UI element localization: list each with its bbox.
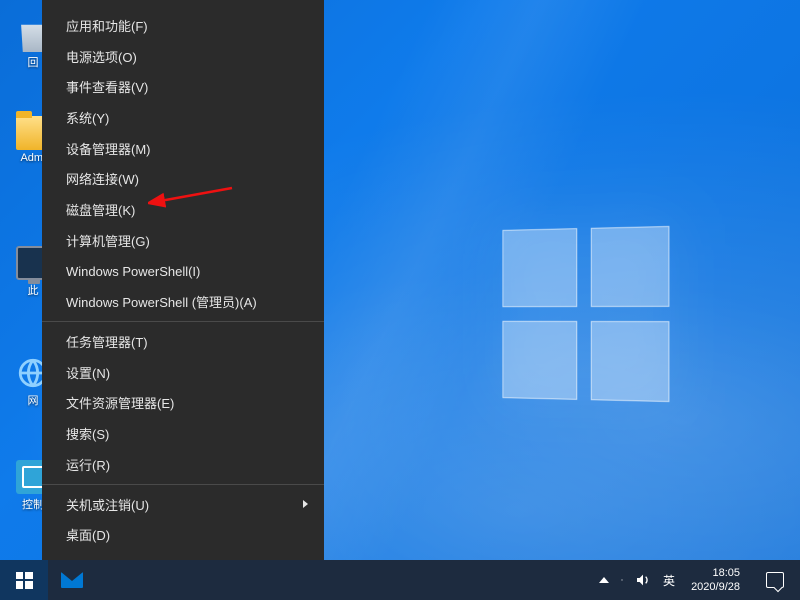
menu-item-desktop[interactable]: 桌面(D) [42, 519, 324, 550]
taskbar: 英 18:05 2020/9/28 [0, 560, 800, 600]
menu-item-label: 任务管理器(T) [66, 332, 148, 351]
menu-item-network-connections[interactable]: 网络连接(W) [42, 164, 324, 195]
menu-item-file-explorer[interactable]: 文件资源管理器(E) [42, 388, 324, 419]
ime-indicator[interactable]: 英 [657, 560, 681, 600]
tray-overflow[interactable] [593, 560, 615, 600]
menu-item-windows-powershell[interactable]: Windows PowerShell(I) [42, 256, 324, 287]
network-icon[interactable] [615, 573, 629, 587]
system-tray: 英 18:05 2020/9/28 [593, 560, 800, 600]
menu-separator [42, 321, 324, 322]
menu-item-label: 网络连接(W) [66, 169, 139, 188]
menu-item-label: 计算机管理(G) [66, 231, 150, 250]
menu-item-label: 文件资源管理器(E) [66, 393, 174, 412]
menu-item-power-options[interactable]: 电源选项(O) [42, 41, 324, 72]
menu-item-label: Windows PowerShell(I) [66, 264, 200, 279]
menu-item-label: 设置(N) [66, 363, 110, 382]
taskbar-mail[interactable] [48, 560, 96, 600]
menu-item-settings[interactable]: 设置(N) [42, 357, 324, 388]
menu-item-label: 电源选项(O) [66, 47, 137, 66]
start-button[interactable] [0, 560, 48, 600]
menu-item-search[interactable]: 搜索(S) [42, 418, 324, 449]
menu-separator [42, 484, 324, 485]
clock-date: 2020/9/28 [691, 580, 740, 594]
menu-item-label: 事件查看器(V) [66, 77, 148, 96]
menu-item-computer-management[interactable]: 计算机管理(G) [42, 225, 324, 256]
menu-item-run[interactable]: 运行(R) [42, 449, 324, 480]
volume-icon[interactable] [629, 560, 657, 600]
menu-item-label: 系统(Y) [66, 108, 109, 127]
action-center-icon[interactable] [750, 560, 800, 600]
menu-item-shutdown-signout[interactable]: 关机或注销(U) [42, 489, 324, 520]
wallpaper-windows-logo [502, 226, 669, 402]
menu-item-system[interactable]: 系统(Y) [42, 102, 324, 133]
menu-item-label: 运行(R) [66, 455, 110, 474]
menu-item-label: 应用和功能(F) [66, 16, 148, 35]
menu-item-label: 设备管理器(M) [66, 139, 151, 158]
menu-item-task-manager[interactable]: 任务管理器(T) [42, 326, 324, 357]
menu-item-apps-features[interactable]: 应用和功能(F) [42, 10, 324, 41]
menu-item-label: 桌面(D) [66, 525, 110, 544]
menu-item-event-viewer[interactable]: 事件查看器(V) [42, 71, 324, 102]
menu-item-label: Windows PowerShell (管理员)(A) [66, 292, 257, 311]
taskbar-clock[interactable]: 18:05 2020/9/28 [681, 566, 750, 594]
menu-item-windows-powershell-admin[interactable]: Windows PowerShell (管理员)(A) [42, 286, 324, 317]
menu-item-label: 关机或注销(U) [66, 495, 149, 514]
menu-item-label: 搜索(S) [66, 424, 109, 443]
menu-item-device-manager[interactable]: 设备管理器(M) [42, 133, 324, 164]
menu-item-label: 磁盘管理(K) [66, 200, 135, 219]
menu-item-disk-management[interactable]: 磁盘管理(K) [42, 194, 324, 225]
winx-context-menu: 应用和功能(F) 电源选项(O) 事件查看器(V) 系统(Y) 设备管理器(M) 网络连接… [42, 0, 324, 560]
clock-time: 18:05 [712, 566, 740, 580]
